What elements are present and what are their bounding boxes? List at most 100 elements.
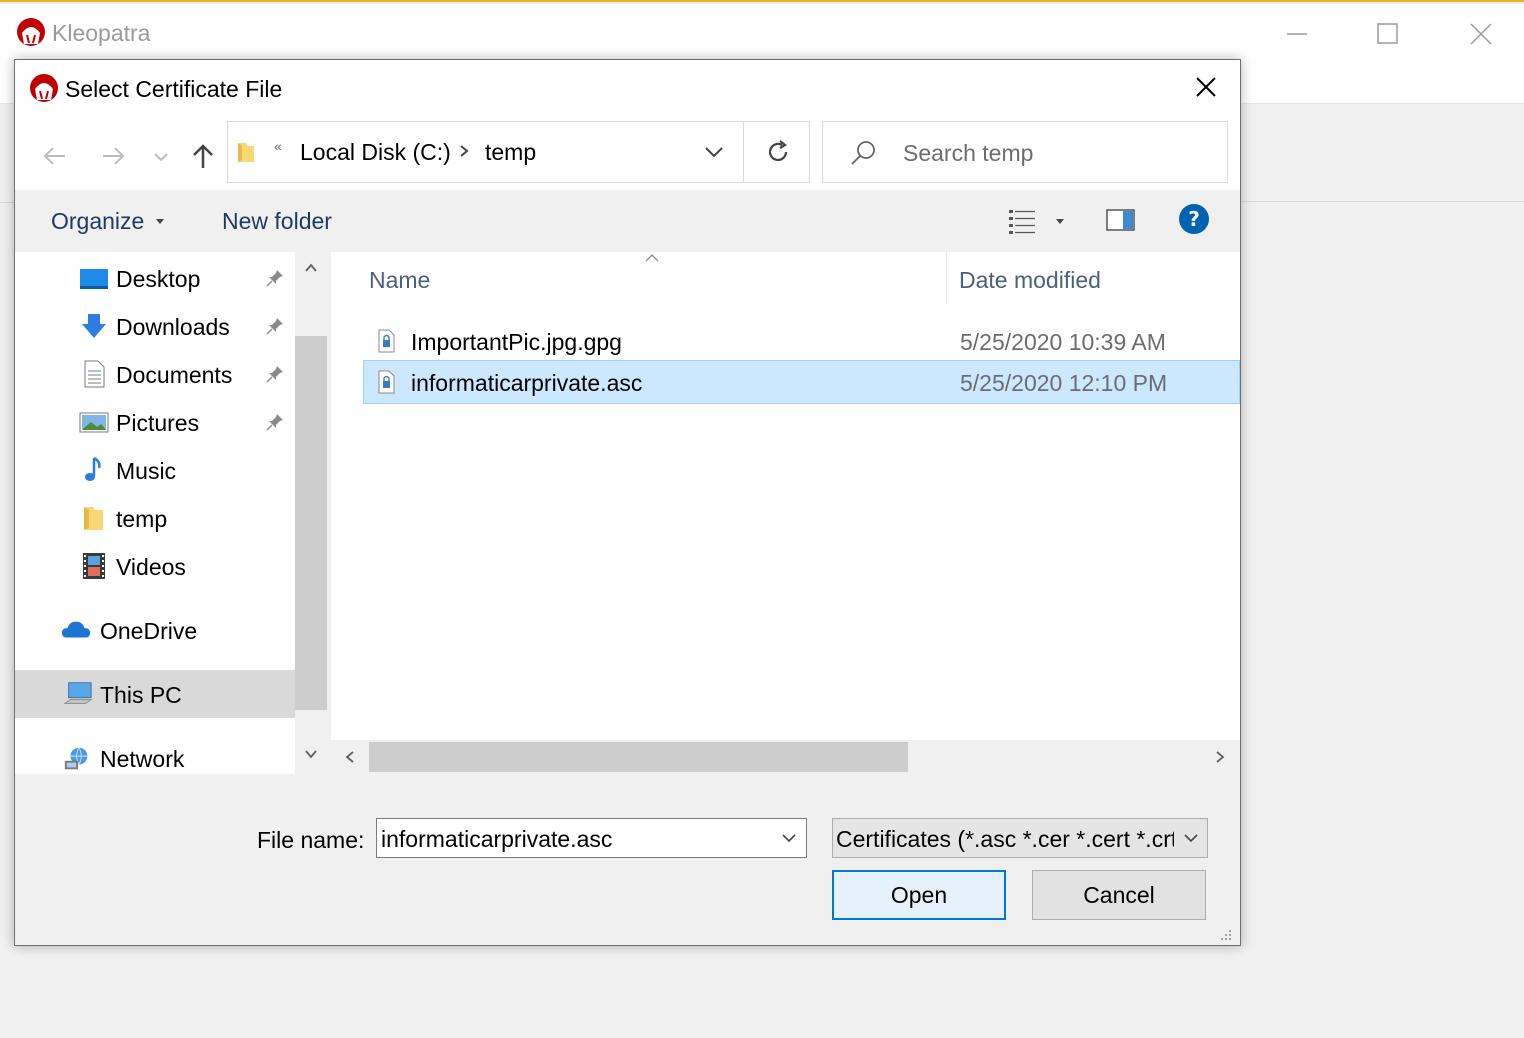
kleopatra-titlebar: Kleopatra xyxy=(0,4,1524,62)
search-placeholder[interactable]: Search temp xyxy=(903,140,1033,167)
file-name-value[interactable]: informaticarprivate.asc xyxy=(381,826,612,853)
nav-item-label: OneDrive xyxy=(100,618,198,644)
nav-item-onedrive[interactable]: OneDrive xyxy=(15,606,295,652)
minimize-icon[interactable] xyxy=(1274,14,1320,54)
file-name: informaticarprivate.asc xyxy=(411,370,643,396)
navigation-pane-scrollbar[interactable] xyxy=(295,252,327,774)
nav-item-temp[interactable]: temp xyxy=(15,494,295,540)
kleopatra-title: Kleopatra xyxy=(52,20,151,46)
new-folder-button[interactable]: New folder xyxy=(222,208,332,235)
nav-item-videos[interactable]: Videos xyxy=(15,542,295,588)
cancel-button[interactable]: Cancel xyxy=(1032,870,1206,920)
view-options-caret-icon[interactable] xyxy=(1055,218,1065,226)
command-bar: Organize New folder ? xyxy=(15,190,1240,252)
address-overflow-chevron[interactable]: « xyxy=(274,138,282,154)
desktop-icon xyxy=(80,269,108,289)
onedrive-icon xyxy=(61,621,91,638)
scroll-right-arrow-icon[interactable] xyxy=(1215,750,1225,764)
nav-item-pictures[interactable]: Pictures xyxy=(15,398,295,444)
breadcrumb-local-disk[interactable]: Local Disk (C:) xyxy=(300,139,451,166)
file-name-label: File name: xyxy=(257,827,365,853)
nav-item-label: Downloads xyxy=(116,314,230,340)
resize-grip-icon[interactable] xyxy=(1217,926,1233,942)
kleopatra-app-icon xyxy=(17,18,45,46)
chevron-down-icon[interactable] xyxy=(781,831,797,845)
documents-icon xyxy=(84,360,105,388)
pin-icon xyxy=(266,366,283,383)
nav-item-music[interactable]: Music xyxy=(15,446,295,492)
network-icon xyxy=(64,747,88,770)
breadcrumb-separator-icon[interactable] xyxy=(456,140,472,162)
open-button[interactable]: Open xyxy=(832,870,1006,920)
nav-item-label: Documents xyxy=(116,362,233,388)
kleopatra-main xyxy=(1240,202,1524,1038)
file-name-input[interactable]: informaticarprivate.asc xyxy=(376,818,807,858)
preview-pane-icon[interactable] xyxy=(1105,206,1137,234)
refresh-icon xyxy=(768,140,788,161)
pin-icon xyxy=(266,318,283,335)
chevron-down-icon[interactable] xyxy=(1183,831,1199,845)
address-bar[interactable]: « Local Disk (C:) temp xyxy=(227,121,744,183)
nav-item-label: temp xyxy=(116,506,168,532)
nav-item-desktop[interactable]: Desktop xyxy=(15,254,295,300)
scroll-up-arrow-icon[interactable] xyxy=(304,262,318,274)
pictures-icon xyxy=(79,412,109,433)
sort-ascending-caret-icon xyxy=(645,254,659,262)
kleopatra-panel xyxy=(1240,104,1524,202)
svg-text:?: ? xyxy=(1188,207,1200,231)
recent-locations-chevron-icon[interactable] xyxy=(149,138,173,174)
nav-item-this-pc[interactable]: This PC xyxy=(15,670,295,718)
view-options-icon[interactable] xyxy=(1005,206,1039,236)
file-type-filter-value[interactable]: Certificates (*.asc *.cer *.cert *.crt xyxy=(836,826,1174,853)
nav-item-label: Desktop xyxy=(116,266,201,292)
organize-button[interactable]: Organize xyxy=(51,208,144,235)
scroll-left-arrow-icon[interactable] xyxy=(345,750,355,764)
column-divider[interactable] xyxy=(946,252,947,304)
scroll-thumb[interactable] xyxy=(295,336,327,710)
folder-icon xyxy=(238,143,254,162)
nav-item-documents[interactable]: Documents xyxy=(15,350,295,396)
up-arrow-icon[interactable] xyxy=(185,138,221,174)
maximize-icon[interactable] xyxy=(1364,14,1410,54)
file-list-horizontal-scrollbar[interactable] xyxy=(331,740,1240,774)
dialog-close-icon[interactable] xyxy=(1185,70,1227,106)
select-certificate-dialog: Select Certificate File « Local Disk (C:… xyxy=(14,59,1241,946)
search-box[interactable]: Search temp xyxy=(822,121,1228,183)
nav-item-label: Music xyxy=(116,458,177,484)
forward-arrow-icon[interactable] xyxy=(95,138,131,174)
file-row[interactable]: ImportantPic.jpg.gpg 5/25/2020 10:39 AM xyxy=(363,319,1240,363)
organize-caret-icon[interactable] xyxy=(155,218,165,226)
help-icon[interactable]: ? xyxy=(1178,203,1210,235)
back-arrow-icon[interactable] xyxy=(37,138,73,174)
scroll-down-arrow-icon[interactable] xyxy=(304,748,318,760)
downloads-icon xyxy=(82,314,106,338)
file-date: 5/25/2020 12:10 PM xyxy=(960,370,1168,396)
file-name: ImportantPic.jpg.gpg xyxy=(411,329,622,355)
scroll-thumb[interactable] xyxy=(369,742,908,772)
refresh-button[interactable] xyxy=(744,121,810,183)
nav-item-label: Network xyxy=(100,746,185,772)
nav-item-downloads[interactable]: Downloads xyxy=(15,302,295,348)
address-dropdown-chevron-icon[interactable] xyxy=(702,140,726,164)
nav-item-network[interactable]: Network xyxy=(15,734,295,780)
music-icon xyxy=(85,456,101,481)
kleopatra-dialog-icon xyxy=(30,74,58,102)
pin-icon xyxy=(266,270,283,287)
navigation-pane: Desktop Downloads Documents Pictures Mus… xyxy=(15,252,295,774)
column-header-date-modified[interactable]: Date modified xyxy=(959,267,1101,294)
videos-icon xyxy=(83,553,105,579)
file-type-filter-select[interactable]: Certificates (*.asc *.cer *.cert *.crt xyxy=(832,818,1208,858)
search-icon xyxy=(851,141,875,165)
file-list: Name Date modified ImportantPic.jpg.gpg … xyxy=(331,252,1240,774)
close-icon[interactable] xyxy=(1458,14,1504,54)
dialog-titlebar: Select Certificate File xyxy=(15,60,1240,120)
file-row-selected[interactable]: informaticarprivate.asc 5/25/2020 12:10 P… xyxy=(363,360,1240,404)
nav-item-label: This PC xyxy=(100,682,182,708)
this-pc-icon xyxy=(63,682,93,704)
breadcrumb-temp[interactable]: temp xyxy=(485,139,536,166)
kleopatra-left-edge xyxy=(0,202,14,1038)
encrypted-file-icon xyxy=(378,370,395,394)
folder-icon xyxy=(84,507,103,530)
encrypted-file-icon xyxy=(378,329,395,353)
column-header-name[interactable]: Name xyxy=(369,267,430,294)
